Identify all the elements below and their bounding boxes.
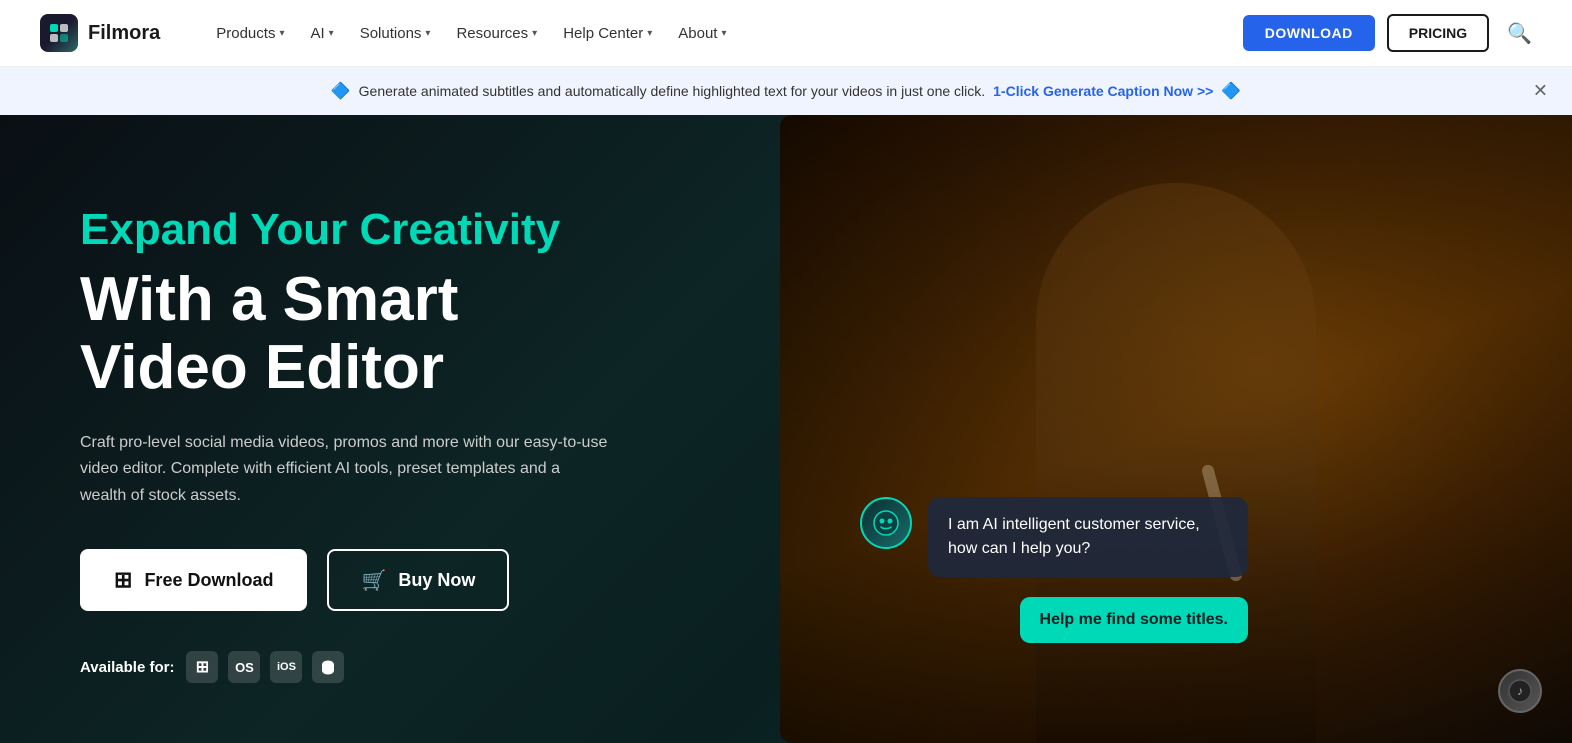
chevron-down-icon: ▾ bbox=[279, 28, 284, 39]
banner-close-button[interactable]: ✕ bbox=[1533, 81, 1548, 102]
free-download-label: Free Download bbox=[144, 570, 273, 591]
nav-ai[interactable]: AI ▾ bbox=[300, 19, 343, 48]
hero-visual: I am AI intelligent customer service, ho… bbox=[780, 115, 1572, 743]
android-platform-icon bbox=[312, 651, 344, 683]
cart-icon: 🛒 bbox=[361, 568, 386, 593]
user-avatar: ♪ bbox=[1498, 669, 1542, 713]
nav-products-label: Products bbox=[216, 25, 275, 42]
hero-description: Craft pro-level social media videos, pro… bbox=[80, 430, 610, 509]
ai-message-row: I am AI intelligent customer service, ho… bbox=[860, 497, 1248, 577]
hero-title-line2: Video Editor bbox=[80, 333, 444, 402]
chevron-down-icon: ▾ bbox=[425, 28, 430, 39]
nav-solutions-label: Solutions bbox=[360, 25, 422, 42]
chat-overlay: I am AI intelligent customer service, ho… bbox=[860, 497, 1248, 643]
buy-now-label: Buy Now bbox=[398, 570, 475, 591]
nav-help-center[interactable]: Help Center ▾ bbox=[553, 19, 662, 48]
logo-text: Filmora bbox=[88, 22, 160, 45]
buy-now-button[interactable]: 🛒 Buy Now bbox=[327, 549, 509, 611]
ai-chat-bubble: I am AI intelligent customer service, ho… bbox=[928, 497, 1248, 577]
nav-about[interactable]: About ▾ bbox=[668, 19, 736, 48]
chevron-down-icon: ▾ bbox=[647, 28, 652, 39]
nav-help-center-label: Help Center bbox=[563, 25, 643, 42]
main-nav: Filmora Products ▾ AI ▾ Solutions ▾ Reso… bbox=[0, 0, 1572, 67]
video-preview bbox=[780, 115, 1572, 743]
hero-title-line1: With a Smart bbox=[80, 265, 458, 334]
user-message-row: Help me find some titles. bbox=[860, 597, 1248, 643]
logo[interactable]: Filmora bbox=[40, 14, 160, 52]
banner-text: Generate animated subtitles and automati… bbox=[359, 83, 985, 99]
nav-actions: DOWNLOAD PRICING 🔍 bbox=[1243, 14, 1532, 52]
macos-platform-icon: OS bbox=[228, 651, 260, 683]
chevron-down-icon: ▾ bbox=[532, 28, 537, 39]
nav-resources-label: Resources bbox=[456, 25, 528, 42]
promo-banner: 🔷 Generate animated subtitles and automa… bbox=[0, 67, 1572, 115]
hero-tagline: Expand Your Creativity bbox=[80, 205, 780, 256]
nav-about-label: About bbox=[678, 25, 717, 42]
banner-icon-right: 🔷 bbox=[1221, 81, 1241, 101]
user-chat-bubble: Help me find some titles. bbox=[1020, 597, 1248, 643]
available-for-label: Available for: bbox=[80, 659, 174, 676]
logo-icon bbox=[40, 14, 78, 52]
svg-text:♪: ♪ bbox=[1517, 684, 1523, 698]
free-download-button[interactable]: ⊞ Free Download bbox=[80, 549, 307, 611]
nav-products[interactable]: Products ▾ bbox=[206, 19, 294, 48]
banner-icon: 🔷 bbox=[331, 81, 351, 101]
windows-platform-icon: ⊞ bbox=[186, 651, 218, 683]
windows-icon: ⊞ bbox=[114, 567, 132, 593]
platform-icons: ⊞ OS iOS bbox=[186, 651, 344, 683]
search-icon[interactable]: 🔍 bbox=[1507, 21, 1532, 46]
nav-links: Products ▾ AI ▾ Solutions ▾ Resources ▾ … bbox=[206, 19, 1207, 48]
platform-availability: Available for: ⊞ OS iOS bbox=[80, 651, 780, 683]
bot-avatar bbox=[860, 497, 912, 549]
nav-ai-label: AI bbox=[310, 25, 324, 42]
nav-solutions[interactable]: Solutions ▾ bbox=[350, 19, 441, 48]
chevron-down-icon: ▾ bbox=[721, 28, 726, 39]
banner-link[interactable]: 1-Click Generate Caption Now >> bbox=[993, 83, 1213, 99]
download-button[interactable]: DOWNLOAD bbox=[1243, 15, 1375, 51]
nav-resources[interactable]: Resources ▾ bbox=[446, 19, 547, 48]
ios-platform-icon: iOS bbox=[270, 651, 302, 683]
hero-section: Expand Your Creativity With a Smart Vide… bbox=[0, 115, 1572, 743]
chevron-down-icon: ▾ bbox=[329, 28, 334, 39]
hero-buttons: ⊞ Free Download 🛒 Buy Now bbox=[80, 549, 780, 611]
hero-title: With a Smart Video Editor bbox=[80, 266, 780, 402]
pricing-button[interactable]: PRICING bbox=[1387, 14, 1489, 52]
hero-content: Expand Your Creativity With a Smart Vide… bbox=[0, 115, 780, 743]
